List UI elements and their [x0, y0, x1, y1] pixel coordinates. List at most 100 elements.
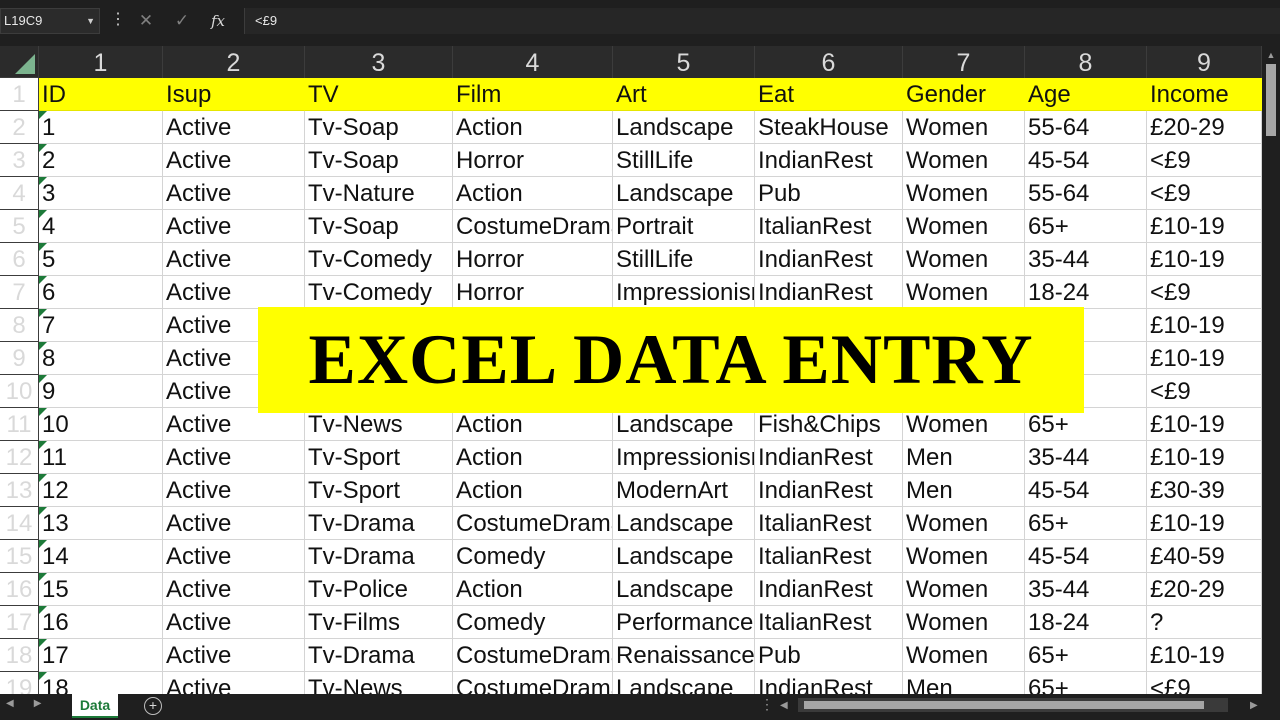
cell[interactable]: £10-19 — [1147, 507, 1262, 540]
cell[interactable]: Action — [453, 573, 613, 606]
cell[interactable]: Tv-Nature — [305, 177, 453, 210]
row-header[interactable]: 10 — [0, 375, 39, 408]
cell[interactable]: Tv-Films — [305, 606, 453, 639]
cell[interactable]: 3 — [39, 177, 163, 210]
cell[interactable]: Tv-Drama — [305, 507, 453, 540]
cell[interactable]: Income — [1147, 78, 1262, 111]
cell[interactable]: Impressionism — [613, 276, 755, 309]
cell[interactable]: £10-19 — [1147, 309, 1262, 342]
scroll-right-icon[interactable]: ▶ — [1250, 700, 1258, 711]
cell[interactable]: Horror — [453, 243, 613, 276]
row-header[interactable]: 5 — [0, 210, 39, 243]
cell[interactable]: £40-59 — [1147, 540, 1262, 573]
cell[interactable]: Active — [163, 639, 305, 672]
cell[interactable]: 35-44 — [1025, 573, 1147, 606]
row-header[interactable]: 6 — [0, 243, 39, 276]
cell[interactable]: StillLife — [613, 243, 755, 276]
cell[interactable]: Women — [903, 573, 1025, 606]
row-header[interactable]: 3 — [0, 144, 39, 177]
cell[interactable]: IndianRest — [755, 276, 903, 309]
cell[interactable]: 15 — [39, 573, 163, 606]
cell[interactable]: CostumeDrama — [453, 672, 613, 694]
cell[interactable]: StillLife — [613, 144, 755, 177]
cell[interactable]: <£9 — [1147, 144, 1262, 177]
horizontal-scrollbar[interactable] — [798, 698, 1228, 712]
cell[interactable]: £10-19 — [1147, 441, 1262, 474]
cell[interactable]: Tv-Police — [305, 573, 453, 606]
cell[interactable]: £20-29 — [1147, 573, 1262, 606]
cell[interactable]: Impressionism — [613, 441, 755, 474]
cell[interactable]: Landscape — [613, 111, 755, 144]
cell[interactable]: ? — [1147, 606, 1262, 639]
cell[interactable]: Pub — [755, 639, 903, 672]
cell[interactable]: 10 — [39, 408, 163, 441]
cell[interactable]: 35-44 — [1025, 441, 1147, 474]
cell[interactable]: Tv-Drama — [305, 639, 453, 672]
column-header[interactable]: 1 — [39, 46, 163, 78]
cell[interactable]: 18-24 — [1025, 606, 1147, 639]
cell[interactable]: Landscape — [613, 177, 755, 210]
cell[interactable]: Horror — [453, 144, 613, 177]
scroll-left-icon[interactable]: ◀ — [780, 700, 788, 711]
cell[interactable]: Action — [453, 177, 613, 210]
cell[interactable]: Isup — [163, 78, 305, 111]
cell[interactable]: Tv-Comedy — [305, 276, 453, 309]
cell[interactable]: Women — [903, 243, 1025, 276]
vertical-scrollbar[interactable]: ▲ — [1262, 46, 1280, 694]
cell[interactable]: Renaissance — [613, 639, 755, 672]
cell[interactable]: CostumeDrama — [453, 639, 613, 672]
cell[interactable]: 6 — [39, 276, 163, 309]
cell[interactable]: 65+ — [1025, 507, 1147, 540]
cell[interactable]: Women — [903, 540, 1025, 573]
cell[interactable]: Active — [163, 573, 305, 606]
row-header[interactable]: 8 — [0, 309, 39, 342]
cell[interactable]: 11 — [39, 441, 163, 474]
cell[interactable]: Active — [163, 474, 305, 507]
cell[interactable]: £30-39 — [1147, 474, 1262, 507]
sheet-nav-icons[interactable]: ◀▶ — [6, 698, 61, 709]
cell[interactable]: SteakHouse — [755, 111, 903, 144]
cell[interactable]: 8 — [39, 342, 163, 375]
cell[interactable]: Age — [1025, 78, 1147, 111]
cell[interactable]: Active — [163, 672, 305, 694]
cell[interactable]: Women — [903, 639, 1025, 672]
cell[interactable]: Pub — [755, 177, 903, 210]
row-header[interactable]: 4 — [0, 177, 39, 210]
cell[interactable]: Portrait — [613, 210, 755, 243]
cell[interactable]: IndianRest — [755, 573, 903, 606]
cell[interactable]: <£9 — [1147, 276, 1262, 309]
cell[interactable]: Tv-Sport — [305, 441, 453, 474]
cell[interactable]: Performance — [613, 606, 755, 639]
column-header[interactable]: 5 — [613, 46, 755, 78]
cell[interactable]: 1 — [39, 111, 163, 144]
cell[interactable]: 45-54 — [1025, 144, 1147, 177]
cell[interactable]: 18 — [39, 672, 163, 694]
cell[interactable]: Women — [903, 276, 1025, 309]
cell[interactable]: Women — [903, 507, 1025, 540]
cell[interactable]: Tv-News — [305, 672, 453, 694]
cell[interactable]: £20-29 — [1147, 111, 1262, 144]
cell[interactable]: Tv-Sport — [305, 474, 453, 507]
horizontal-scroll-thumb[interactable] — [804, 701, 1204, 709]
insert-function-icon[interactable]: fx — [200, 8, 236, 34]
cell[interactable]: IndianRest — [755, 243, 903, 276]
row-header[interactable]: 1 — [0, 78, 39, 111]
cell[interactable]: £10-19 — [1147, 210, 1262, 243]
cell[interactable]: TV — [305, 78, 453, 111]
cell[interactable]: 65+ — [1025, 210, 1147, 243]
cell[interactable]: Active — [163, 441, 305, 474]
cell[interactable]: Active — [163, 144, 305, 177]
cell[interactable]: Comedy — [453, 540, 613, 573]
cell[interactable]: ItalianRest — [755, 606, 903, 639]
cell[interactable]: <£9 — [1147, 177, 1262, 210]
column-header[interactable]: 2 — [163, 46, 305, 78]
cell[interactable]: Active — [163, 177, 305, 210]
formula-input[interactable]: <£9 — [244, 8, 1280, 34]
cell[interactable]: ItalianRest — [755, 507, 903, 540]
cell[interactable]: 17 — [39, 639, 163, 672]
row-header[interactable]: 18 — [0, 639, 39, 672]
cell[interactable]: £10-19 — [1147, 639, 1262, 672]
cell[interactable]: CostumeDrama — [453, 507, 613, 540]
cell[interactable]: Men — [903, 672, 1025, 694]
column-header[interactable]: 7 — [903, 46, 1025, 78]
